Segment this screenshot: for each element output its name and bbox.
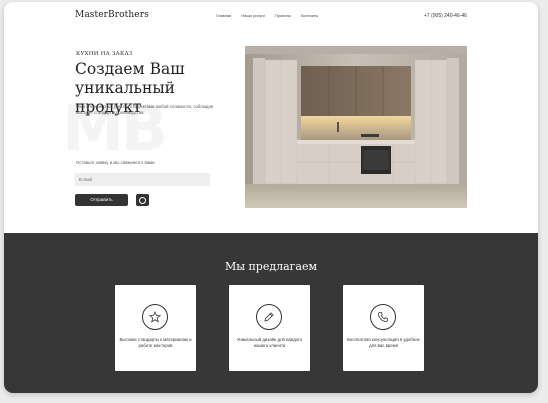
pencil-icon bbox=[256, 304, 282, 330]
phone-number[interactable]: +7 (905) 240-46-46 bbox=[424, 13, 467, 19]
nav-link-services[interactable]: Наши услуги bbox=[241, 13, 265, 18]
hero-eyebrow: КУХНИ НА ЗАКАЗ bbox=[76, 51, 133, 57]
email-field[interactable]: E-mail bbox=[75, 173, 210, 186]
site-logo[interactable]: MasterBrothers bbox=[75, 10, 149, 20]
star-icon bbox=[142, 304, 168, 330]
nav-link-home[interactable]: Главная bbox=[216, 13, 231, 18]
site-header: MasterBrothers Главная Наши услуги Проек… bbox=[4, 2, 538, 30]
feature-card-text: Бесплатная консультация в удобное для ва… bbox=[347, 337, 420, 348]
circle-button[interactable] bbox=[136, 194, 149, 206]
nav-link-contacts[interactable]: Контакты bbox=[301, 13, 318, 18]
submit-button[interactable]: Отправить bbox=[75, 194, 128, 206]
feature-card-design: Уникальный дизайн для каждого нашего кли… bbox=[229, 285, 310, 371]
feature-card-text: Высокие стандарты к материалам и работе … bbox=[119, 337, 192, 348]
phone-icon bbox=[370, 304, 396, 330]
offer-section: Мы предлагаем Высокие стандарты к матери… bbox=[4, 233, 538, 393]
feature-card-text: Уникальный дизайн для каждого нашего кли… bbox=[236, 337, 303, 348]
offer-title: Мы предлагаем bbox=[224, 260, 318, 273]
page-frame: MasterBrothers Главная Наши услуги Проек… bbox=[4, 2, 538, 393]
form-hint: Оставьте заявку и мы свяжемся с вами bbox=[76, 160, 155, 165]
nav-link-projects[interactable]: Проекты bbox=[275, 13, 291, 18]
main-nav: Главная Наши услуги Проекты Контакты bbox=[216, 13, 318, 18]
feature-card-standards: Высокие стандарты к материалам и работе … bbox=[115, 285, 196, 371]
hero-description: Многолетний опыт работы с проектами любо… bbox=[76, 104, 214, 115]
circle-icon bbox=[139, 196, 146, 204]
feature-card-consultation: Бесплатная консультация в удобное для ва… bbox=[343, 285, 424, 371]
kitchen-photo bbox=[245, 46, 467, 208]
